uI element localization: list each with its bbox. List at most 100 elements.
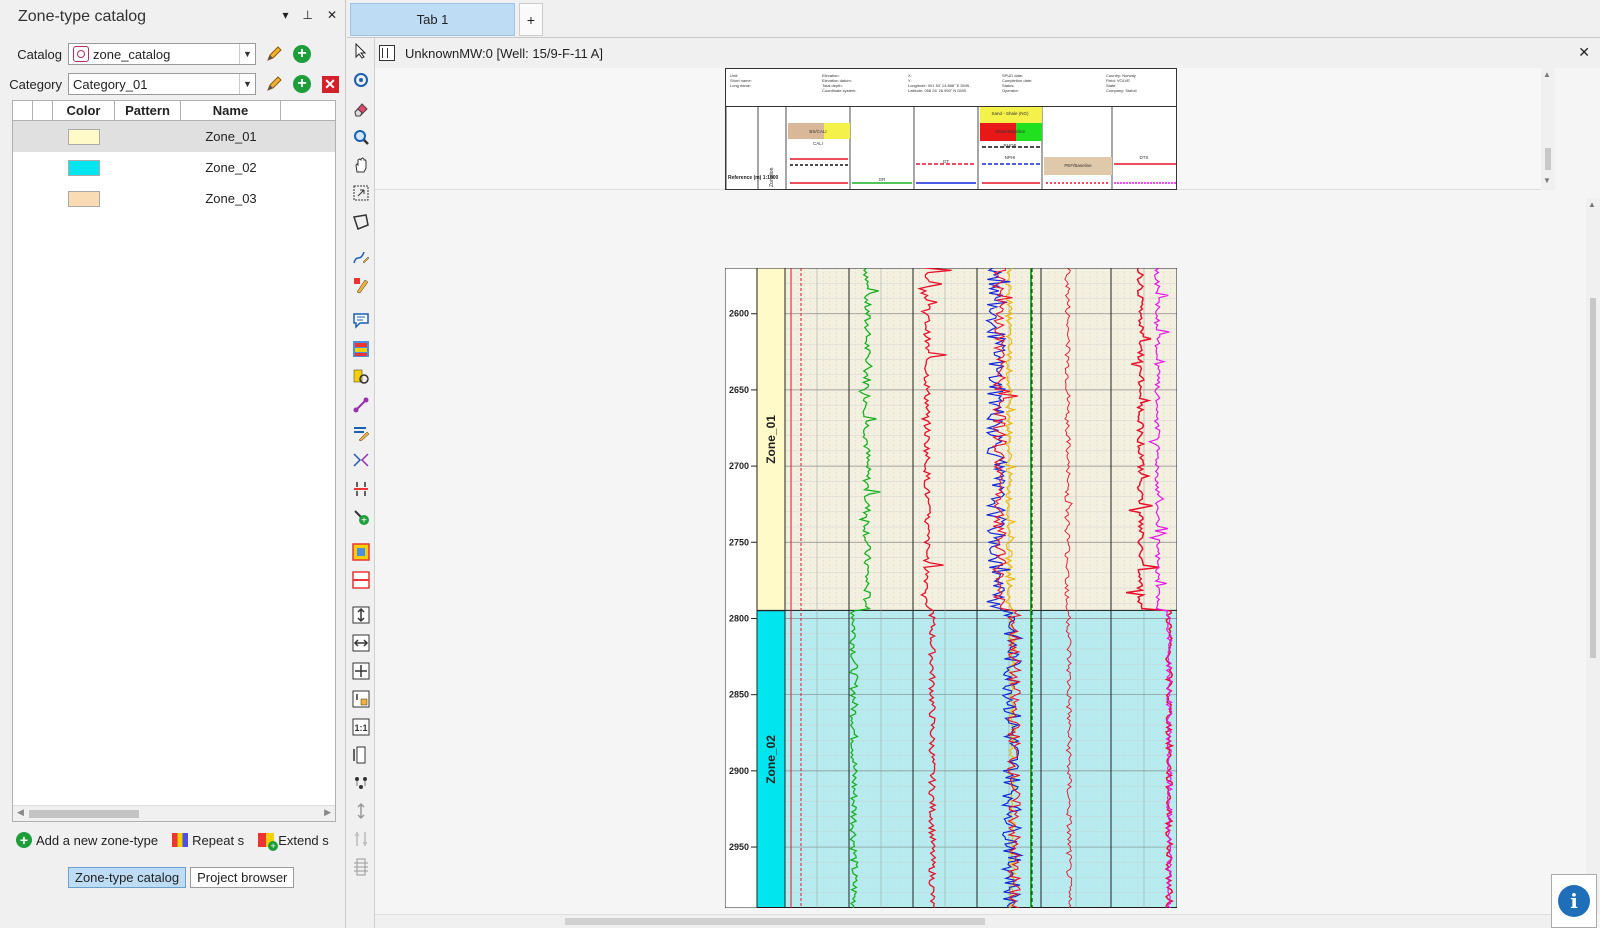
vertical-scale-icon[interactable] <box>352 746 370 764</box>
delete-category-button[interactable]: ✕ <box>320 74 340 94</box>
chevron-down-icon[interactable]: ▼ <box>239 74 255 94</box>
draw-curve-icon[interactable] <box>352 248 370 266</box>
rotate-view-icon[interactable] <box>352 71 370 89</box>
add-catalog-button[interactable]: + <box>292 44 312 64</box>
add-zone-type-button[interactable]: + Add a new zone-type <box>16 832 158 848</box>
eraser-icon[interactable] <box>352 100 370 118</box>
pan-hand-icon[interactable] <box>352 156 370 174</box>
info-button[interactable]: i <box>1551 874 1597 928</box>
fit-all-icon[interactable] <box>352 662 370 680</box>
polygon-select-icon[interactable] <box>352 213 370 231</box>
panel-menu-icon[interactable]: ▾ <box>282 8 288 22</box>
zone-name-cell[interactable]: Zone_01 <box>181 129 281 144</box>
zone-track-background <box>785 268 1177 611</box>
edit-catalog-button[interactable] <box>264 44 284 64</box>
panel-close-icon[interactable]: ✕ <box>327 8 337 22</box>
catalog-icon <box>73 46 89 62</box>
table-row[interactable]: Zone_02 <box>13 152 335 183</box>
scroll-thumb[interactable] <box>565 918 985 925</box>
svg-text:1:1: 1:1 <box>354 723 367 733</box>
catalog-combo[interactable]: zone_catalog ▼ <box>68 43 256 65</box>
depth-label-icon[interactable] <box>352 543 370 561</box>
log-horizontal-scrollbar[interactable] <box>375 914 1565 928</box>
horizontal-scrollbar[interactable]: ◀ ▶ <box>13 805 335 821</box>
table-row[interactable]: Zone_03 <box>13 183 335 214</box>
column-header-name[interactable]: Name <box>181 101 281 120</box>
correlation-icon[interactable] <box>352 452 370 470</box>
one-to-one-icon[interactable]: 1:1 <box>352 718 370 736</box>
scroll-thumb[interactable] <box>1545 148 1551 170</box>
zone-search-icon[interactable] <box>352 368 370 386</box>
depth-tick-label: 2750 <box>729 537 749 547</box>
extend-button[interactable]: + Extend s <box>258 832 329 851</box>
track-header-label: GR <box>879 177 887 182</box>
zone-name-cell[interactable]: Zone_02 <box>181 160 281 175</box>
fit-height-icon[interactable] <box>352 606 370 624</box>
column-header-pattern[interactable]: Pattern <box>115 101 181 120</box>
lock-scale-icon[interactable] <box>352 690 370 708</box>
depth-tick-label: 2650 <box>729 385 749 395</box>
log-vertical-scrollbar[interactable]: ▲ <box>1586 198 1600 914</box>
chevron-down-icon[interactable]: ▼ <box>239 44 255 64</box>
catalog-row: Catalog zone_catalog ▼ + <box>0 43 312 65</box>
add-category-button[interactable]: + <box>292 74 312 94</box>
tab-project-browser[interactable]: Project browser <box>190 867 295 888</box>
pin-icon[interactable]: ⊥ <box>302 8 312 22</box>
shift-icon[interactable] <box>352 830 370 848</box>
color-swatch[interactable] <box>68 128 100 145</box>
color-cell[interactable] <box>53 190 115 207</box>
edit-category-button[interactable] <box>264 74 284 94</box>
distribute-icon[interactable] <box>352 774 370 792</box>
zone-name-cell[interactable]: Zone_03 <box>181 191 281 206</box>
scroll-thumb[interactable] <box>1590 298 1596 658</box>
color-swatch[interactable] <box>68 159 100 176</box>
add-marker-icon[interactable]: + <box>352 508 370 526</box>
well-log-canvas[interactable]: Unit: Short name: Long name: Elevation: Ele… <box>375 68 1600 928</box>
comment-icon[interactable] <box>352 311 370 329</box>
well-header-box: Unit: Short name: Long name: Elevation: Ele… <box>725 68 1177 190</box>
scroll-up-icon[interactable]: ▲ <box>1588 200 1596 209</box>
fit-width-icon[interactable] <box>352 634 370 652</box>
stretch-icon[interactable] <box>352 802 370 820</box>
scroll-right-icon[interactable]: ▶ <box>324 807 331 818</box>
edit-lines-icon[interactable] <box>352 424 370 442</box>
track-header-label: Sand - Shale (NG) <box>991 111 1029 116</box>
scroll-down-icon[interactable]: ▼ <box>1543 176 1551 185</box>
well-log-tracks[interactable]: Zone_01 Zone_02 2600 2650 2700 2750 2800 2850 29… <box>725 268 1177 908</box>
select-pointer-icon[interactable] <box>352 42 370 60</box>
scroll-up-icon[interactable]: ▲ <box>1543 70 1551 79</box>
zone-fill-icon[interactable] <box>352 340 370 358</box>
connect-points-icon[interactable] <box>352 396 370 414</box>
color-swatch[interactable] <box>68 190 100 207</box>
zone-boundary-icon[interactable] <box>352 571 370 589</box>
squeeze-icon[interactable] <box>352 858 370 876</box>
log-body[interactable]: Zone_01 Zone_02 2600 2650 2700 2750 2800 2850 29… <box>725 268 1177 908</box>
close-window-icon[interactable]: ✕ <box>1578 44 1590 61</box>
svg-text:+: + <box>361 516 367 527</box>
info-col-4: SPUD date: Completion date: Status: Operato… <box>1002 73 1033 93</box>
tab-1[interactable]: Tab 1 <box>350 3 515 36</box>
catalog-value: zone_catalog <box>93 46 171 62</box>
tab-zone-type-catalog[interactable]: Zone-type catalog <box>68 867 187 888</box>
repeat-button[interactable]: Repeat s <box>172 832 244 848</box>
flatten-icon[interactable] <box>352 480 370 498</box>
pencil-icon <box>267 76 282 91</box>
color-cell[interactable] <box>53 159 115 176</box>
zone-label: Zone_01 <box>764 415 778 464</box>
color-cell[interactable] <box>53 128 115 145</box>
info-icon: i <box>1558 885 1590 917</box>
panel-controls: ▾ ⊥ ✕ <box>282 8 337 22</box>
category-row: Category Category_01 ▼ + ✕ <box>0 73 340 95</box>
column-header-color[interactable]: Color <box>53 101 115 120</box>
category-combo[interactable]: Category_01 ▼ <box>68 73 256 95</box>
zoom-in-icon[interactable] <box>352 128 370 146</box>
brush-tool-icon[interactable] <box>352 276 370 294</box>
scroll-left-icon[interactable]: ◀ <box>17 807 24 818</box>
category-label: Category <box>9 76 62 92</box>
scroll-thumb[interactable] <box>29 810 139 818</box>
zoom-box-icon[interactable] <box>352 184 370 202</box>
table-row[interactable]: Zone_01 <box>13 121 335 152</box>
add-tab-button[interactable]: + <box>519 3 543 36</box>
header-vertical-scrollbar[interactable]: ▲ ▼ <box>1541 68 1555 190</box>
zone-type-catalog-panel: Zone-type catalog ▾ ⊥ ✕ Catalog zone_cat… <box>0 0 346 928</box>
